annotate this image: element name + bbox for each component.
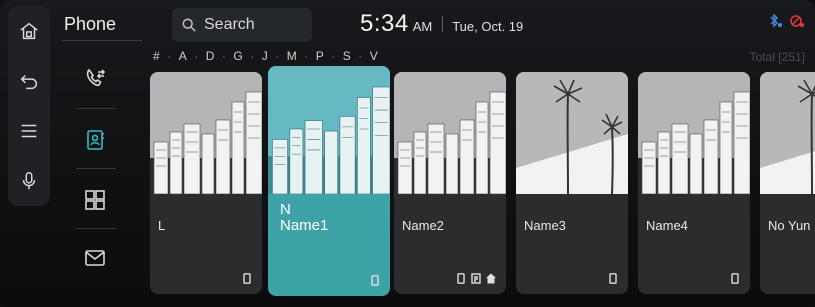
contact-card[interactable]: No Yun <box>760 72 815 294</box>
contact-photo <box>760 72 815 194</box>
index-letter[interactable]: V <box>370 49 379 63</box>
total-count: Total [251] <box>749 50 805 64</box>
index-letter[interactable]: J <box>262 49 269 63</box>
mobile-phone-icon <box>731 273 739 284</box>
office-phone-icon <box>471 273 481 284</box>
contact-name: L <box>158 218 166 233</box>
left-rail <box>8 6 50 206</box>
contact-card[interactable]: Name3 <box>516 72 628 294</box>
home-icon <box>20 22 38 40</box>
call-history-icon <box>86 68 106 87</box>
index-letter[interactable]: S <box>343 49 352 63</box>
status-icons <box>767 14 805 28</box>
search-icon <box>182 18 196 32</box>
contact-photo <box>268 66 390 194</box>
contact-number-types <box>370 275 380 286</box>
contact-photo <box>638 72 750 194</box>
mobile-phone-icon <box>243 273 251 284</box>
index-separator: · <box>358 49 363 63</box>
alphabet-index[interactable]: # · A · D · G · J · M · P · S · V <box>153 49 385 63</box>
index-separator: · <box>221 49 227 63</box>
contact-photo <box>150 72 262 194</box>
index-letter[interactable]: M <box>287 49 298 63</box>
index-separator: · <box>250 49 255 63</box>
mobile-phone-icon <box>609 273 617 284</box>
menu-button[interactable] <box>8 106 50 156</box>
index-separator: · <box>167 49 172 63</box>
contact-card[interactable]: N Name1 <box>268 66 390 296</box>
message-icon <box>85 250 105 266</box>
contact-number-types <box>242 273 252 284</box>
contacts-list[interactable]: L N Name1 Name2 Name3 Name4 No Yun <box>150 66 815 298</box>
contact-name: N Name1 <box>280 201 329 234</box>
contact-number-types <box>456 273 496 284</box>
contact-photo <box>516 72 628 194</box>
contact-card[interactable]: L <box>150 72 262 294</box>
mobile-phone-icon <box>457 273 465 284</box>
mobile-phone-icon <box>371 275 379 286</box>
phone-screen: Phone Search 5:34 AM Tue, Oct. 19 # · A · D ·… <box>0 0 815 307</box>
home-phone-icon <box>486 273 496 284</box>
contact-number-types <box>730 273 740 284</box>
index-separator: · <box>275 49 280 63</box>
home-button[interactable] <box>8 6 50 56</box>
clock-date: Tue, Oct. 19 <box>452 19 524 34</box>
back-button[interactable] <box>8 56 50 106</box>
clock: 5:34 AM Tue, Oct. 19 <box>360 10 523 38</box>
index-letter[interactable]: A <box>179 49 188 63</box>
clock-divider <box>442 16 444 32</box>
index-separator: · <box>304 49 309 63</box>
contacts-icon <box>87 130 104 150</box>
contact-name: Name3 <box>524 218 566 233</box>
index-separator: · <box>194 49 199 63</box>
microphone-icon <box>22 172 36 190</box>
sidebar-divider <box>76 168 116 169</box>
index-letter[interactable]: G <box>233 49 243 63</box>
contact-name: Name2 <box>402 218 444 233</box>
bluetooth-phone-icon <box>770 14 782 28</box>
sidebar-divider <box>76 108 116 109</box>
contact-card[interactable]: Name2 <box>394 72 506 294</box>
sidebar-item-messages[interactable] <box>70 236 120 280</box>
contact-photo <box>394 72 506 194</box>
index-separator: · <box>331 49 336 63</box>
clock-time: 5:34 <box>360 10 409 37</box>
contact-card[interactable]: Name4 <box>638 72 750 294</box>
index-letter[interactable]: D <box>206 49 215 63</box>
contact-number-types <box>608 273 618 284</box>
no-signal-icon <box>790 15 804 27</box>
sidebar-item-contacts[interactable] <box>70 118 120 162</box>
menu-icon <box>21 124 37 138</box>
voice-button[interactable] <box>8 156 50 206</box>
sidebar-item-keypad[interactable] <box>70 178 120 222</box>
title-divider <box>62 40 142 41</box>
keypad-icon <box>85 190 105 210</box>
sidebar-item-call-history[interactable] <box>70 56 120 100</box>
page-title: Phone <box>64 14 117 34</box>
index-letter[interactable]: P <box>316 49 325 63</box>
sidebar-divider <box>76 228 116 229</box>
index-letter[interactable]: # <box>153 49 160 63</box>
contact-name: No Yun <box>768 218 811 233</box>
contact-name: Name4 <box>646 218 688 233</box>
search-label: Search <box>204 16 255 33</box>
search-input[interactable]: Search <box>172 8 312 42</box>
back-icon <box>20 74 37 90</box>
clock-ampm: AM <box>412 19 433 34</box>
